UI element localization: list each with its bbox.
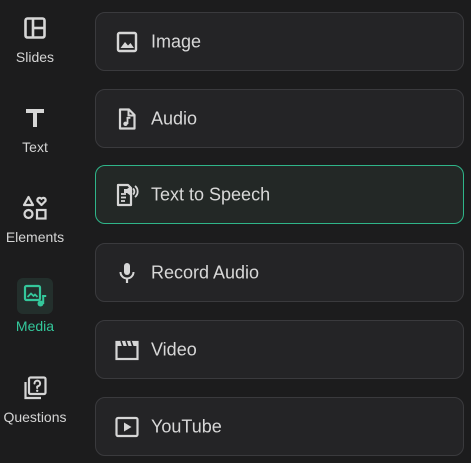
image-icon [114, 29, 140, 55]
media-option-audio[interactable]: Audio [95, 89, 464, 148]
text-to-speech-icon [114, 182, 140, 208]
media-option-image[interactable]: Image [95, 12, 464, 71]
media-option-record-audio[interactable]: Record Audio [95, 243, 464, 302]
sidebar-item-label: Text [22, 139, 48, 155]
sidebar-item-text[interactable]: Text [0, 102, 70, 182]
play-icon [114, 414, 140, 440]
sidebar: Slides Text Elements Media Questions [0, 0, 70, 463]
text-icon [19, 102, 51, 134]
sidebar-item-elements[interactable]: Elements [0, 192, 70, 272]
clapperboard-icon [114, 337, 140, 363]
shapes-icon [19, 192, 51, 224]
sidebar-item-label: Questions [3, 409, 67, 425]
layout-icon [19, 12, 51, 44]
option-label: Video [151, 339, 197, 359]
sidebar-item-questions[interactable]: Questions [0, 372, 70, 452]
sidebar-item-slides[interactable]: Slides [0, 12, 70, 92]
option-label: Image [151, 31, 202, 51]
media-option-youtube[interactable]: YouTube [95, 397, 464, 456]
question-icon [19, 372, 51, 404]
option-label: Record Audio [151, 262, 260, 282]
sidebar-item-label: Elements [5, 229, 65, 245]
option-label: Audio [151, 108, 198, 128]
sidebar-item-media[interactable]: Media [0, 278, 70, 358]
media-option-text-to-speech[interactable]: Text to Speech [95, 165, 464, 224]
microphone-icon [114, 260, 140, 286]
sidebar-item-label: Slides [15, 49, 55, 65]
media-icon [17, 278, 53, 314]
sidebar-item-label: Media [15, 318, 55, 334]
option-label: YouTube [151, 416, 222, 436]
media-option-video[interactable]: Video [95, 320, 464, 379]
option-label: Text to Speech [151, 184, 271, 204]
audio-file-icon [114, 106, 140, 132]
